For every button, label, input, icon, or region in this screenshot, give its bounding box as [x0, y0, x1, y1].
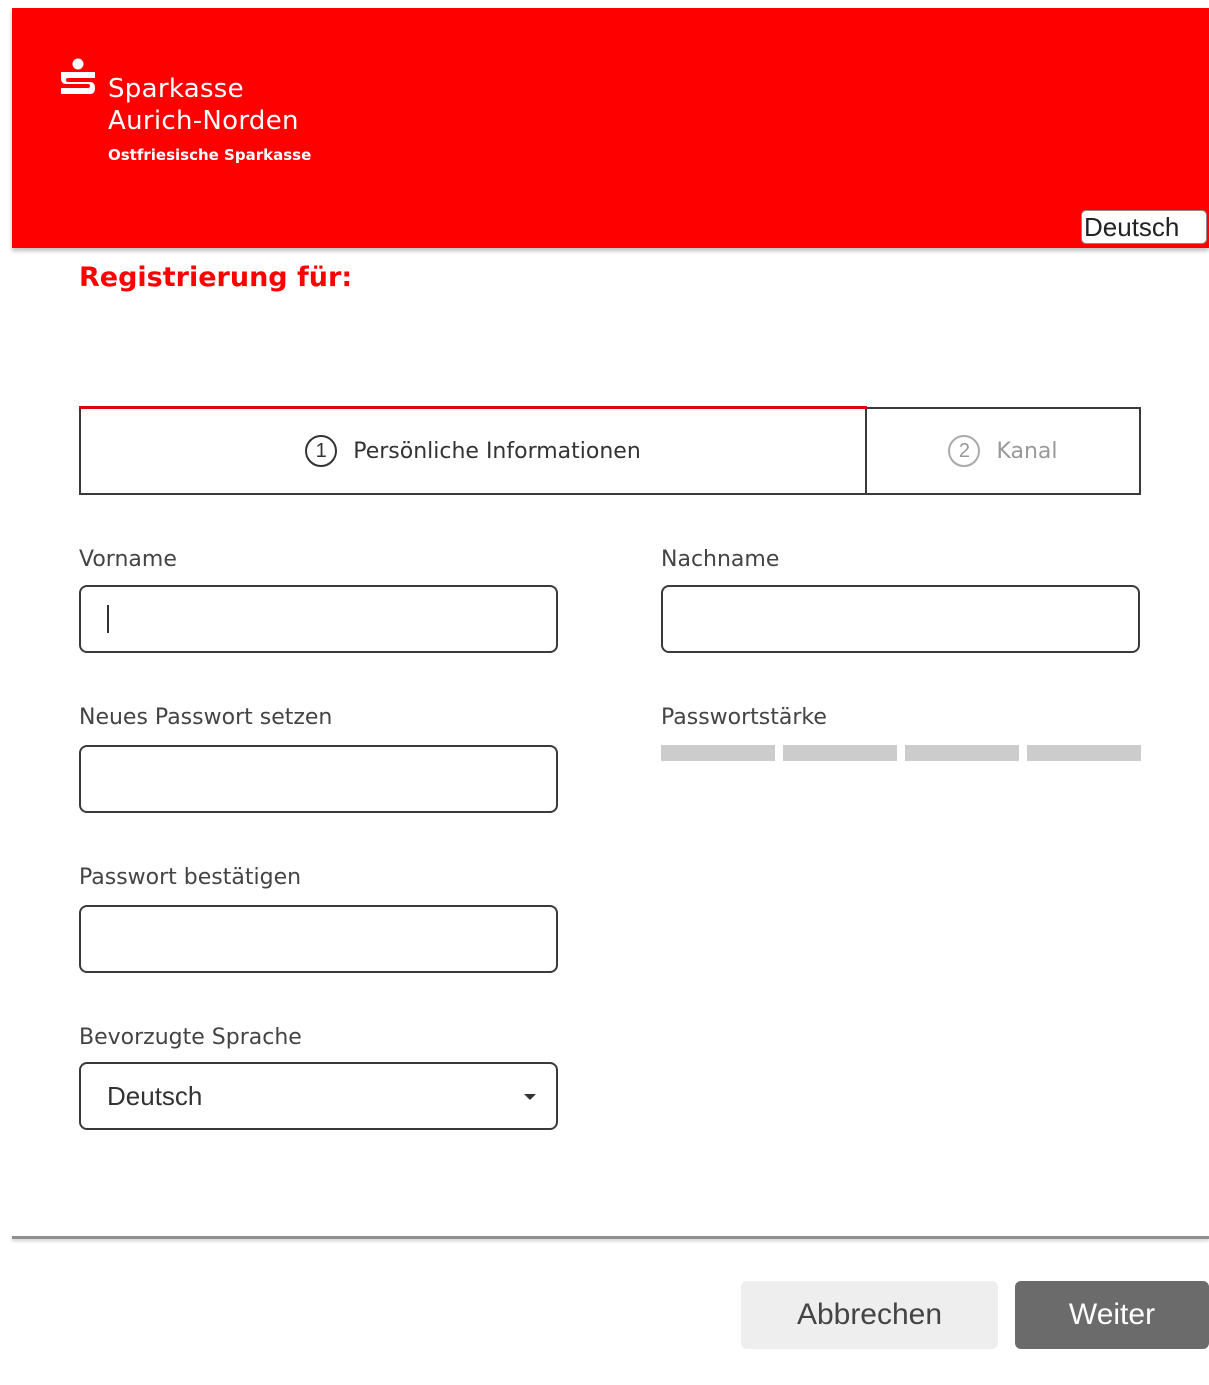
footer-divider: [12, 1236, 1209, 1239]
cancel-button[interactable]: Abbrechen: [741, 1281, 998, 1349]
brand-subtitle: Ostfriesische Sparkasse: [108, 146, 312, 164]
stepper: 1 Persönliche Informationen 2 Kanal: [79, 406, 1141, 495]
preferred-language-label: Bevorzugte Sprache: [79, 1025, 302, 1050]
confirm-password-input[interactable]: [79, 905, 558, 973]
last-name-label: Nachname: [661, 547, 780, 572]
last-name-input[interactable]: [661, 585, 1140, 653]
first-name-input[interactable]: [79, 585, 558, 653]
header-bar: Sparkasse Aurich-Norden Ostfriesische Sp…: [12, 8, 1209, 248]
page-title: Registrierung für:: [79, 262, 353, 293]
step-personal-info[interactable]: 1 Persönliche Informationen: [79, 406, 867, 493]
brand-name-line2: Aurich-Norden: [108, 106, 299, 136]
password-strength-label: Passwortstärke: [661, 705, 827, 730]
confirm-password-label: Passwort bestätigen: [79, 865, 302, 890]
preferred-language-select[interactable]: Deutsch: [79, 1062, 558, 1130]
next-button[interactable]: Weiter: [1015, 1281, 1209, 1349]
new-password-input[interactable]: [79, 745, 558, 813]
language-selector-button[interactable]: Deutsch: [1081, 210, 1207, 244]
brand-name-line1: Sparkasse: [108, 74, 244, 104]
step-label-2: Kanal: [996, 438, 1058, 464]
first-name-label: Vorname: [79, 547, 177, 572]
strength-segment: [1027, 745, 1141, 761]
step-number-2: 2: [948, 435, 981, 467]
step-channel[interactable]: 2 Kanal: [867, 409, 1139, 493]
text-cursor: [107, 605, 109, 633]
new-password-label: Neues Passwort setzen: [79, 705, 333, 730]
step-number-1: 1: [305, 435, 338, 467]
strength-segment: [661, 745, 775, 761]
caret-down-icon: [524, 1094, 536, 1100]
sparkasse-logo-icon: [61, 58, 95, 94]
strength-segment: [783, 745, 897, 761]
password-strength-meter: [661, 745, 1141, 761]
step-label-1: Persönliche Informationen: [353, 438, 641, 464]
preferred-language-value: Deutsch: [107, 1081, 203, 1111]
strength-segment: [905, 745, 1019, 761]
